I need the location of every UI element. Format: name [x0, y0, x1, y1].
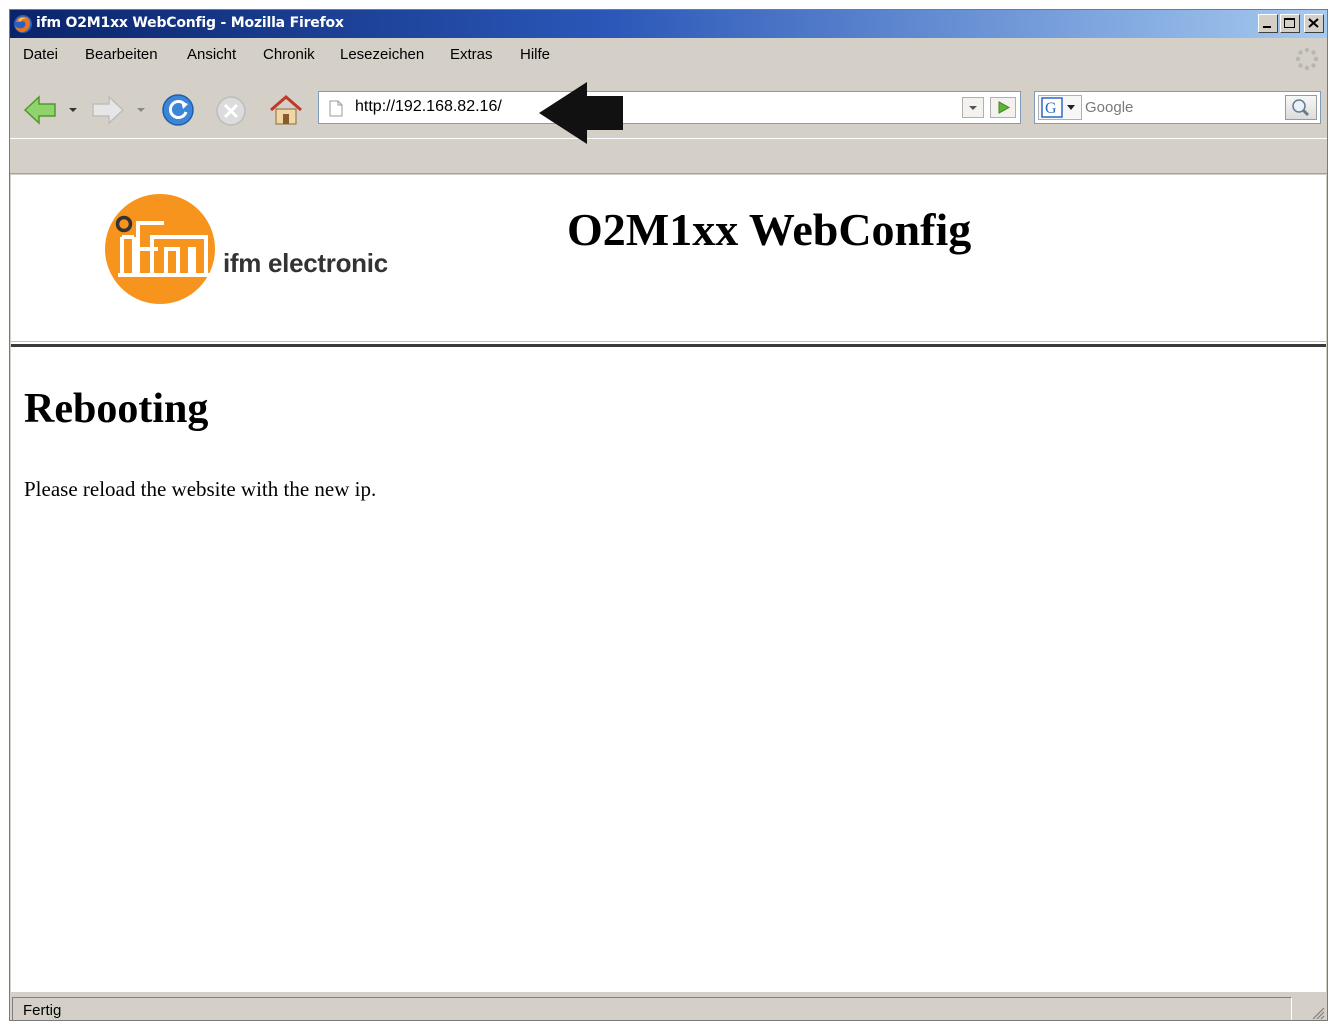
arrow-annotation-icon: [539, 82, 623, 144]
reload-icon[interactable]: [160, 92, 196, 128]
resize-grip-icon[interactable]: [1309, 1004, 1325, 1020]
title-bar: ifm O2M1xx WebConfig - Mozilla Firefox: [10, 10, 1327, 38]
close-icon: [1308, 18, 1319, 28]
status-bar: Fertig: [10, 994, 1327, 1020]
page-icon: [329, 100, 343, 117]
stop-icon[interactable]: [214, 94, 248, 128]
window-controls: [1258, 14, 1324, 33]
search-bar[interactable]: G Google: [1034, 91, 1321, 124]
menu-datei[interactable]: Datei: [23, 46, 58, 63]
menu-chronik[interactable]: Chronik: [263, 46, 315, 63]
home-icon[interactable]: [268, 92, 304, 128]
page-content: ifm electronic O2M1xx WebConfig Rebootin…: [11, 175, 1326, 992]
firefox-icon: [14, 15, 32, 33]
bookmarks-toolbar: [10, 138, 1327, 174]
url-history-dropdown[interactable]: [962, 97, 984, 118]
search-engine-selector[interactable]: G: [1038, 95, 1082, 120]
page-heading: Rebooting: [24, 386, 209, 432]
logo-text: ifm electronic: [223, 248, 388, 278]
url-text: http://192.168.82.16/: [355, 98, 502, 115]
menu-extras[interactable]: Extras: [450, 46, 493, 63]
menu-lesezeichen[interactable]: Lesezeichen: [340, 46, 424, 63]
go-button[interactable]: [990, 97, 1016, 118]
forward-icon[interactable]: [90, 94, 126, 126]
go-arrow-icon: [998, 101, 1011, 114]
forward-dropdown-icon[interactable]: [136, 106, 146, 114]
site-header: ifm electronic O2M1xx WebConfig: [11, 175, 1326, 347]
back-icon[interactable]: [22, 94, 58, 126]
maximize-button[interactable]: [1280, 14, 1300, 33]
ifm-logo: [105, 194, 215, 304]
page-message: Please reload the website with the new i…: [24, 477, 377, 501]
back-dropdown-icon[interactable]: [68, 106, 78, 114]
browser-window: ifm O2M1xx WebConfig - Mozilla Firefox D…: [9, 9, 1328, 1021]
menu-bearbeiten[interactable]: Bearbeiten: [85, 46, 158, 63]
maximize-icon: [1284, 18, 1295, 28]
site-title: O2M1xx WebConfig: [567, 204, 972, 255]
svg-text:G: G: [1045, 100, 1057, 117]
minimize-icon: [1263, 26, 1271, 28]
throbber-icon: [1295, 47, 1319, 71]
search-button[interactable]: [1285, 95, 1317, 120]
menu-bar: Datei Bearbeiten Ansicht Chronik Lesezei…: [10, 41, 1327, 67]
status-text: Fertig: [23, 1002, 62, 1019]
header-divider: [11, 341, 1326, 342]
search-placeholder: Google: [1085, 99, 1134, 116]
status-panel: Fertig: [12, 997, 1292, 1020]
google-icon: G: [1041, 97, 1075, 118]
address-bar[interactable]: http://192.168.82.16/: [318, 91, 1021, 124]
window-title: ifm O2M1xx WebConfig - Mozilla Firefox: [36, 15, 344, 31]
close-button[interactable]: [1304, 14, 1324, 33]
menu-hilfe[interactable]: Hilfe: [520, 46, 550, 63]
menu-ansicht[interactable]: Ansicht: [187, 46, 236, 63]
minimize-button[interactable]: [1258, 14, 1278, 33]
magnifier-icon: [1292, 99, 1310, 117]
chevron-down-icon: [969, 106, 977, 110]
